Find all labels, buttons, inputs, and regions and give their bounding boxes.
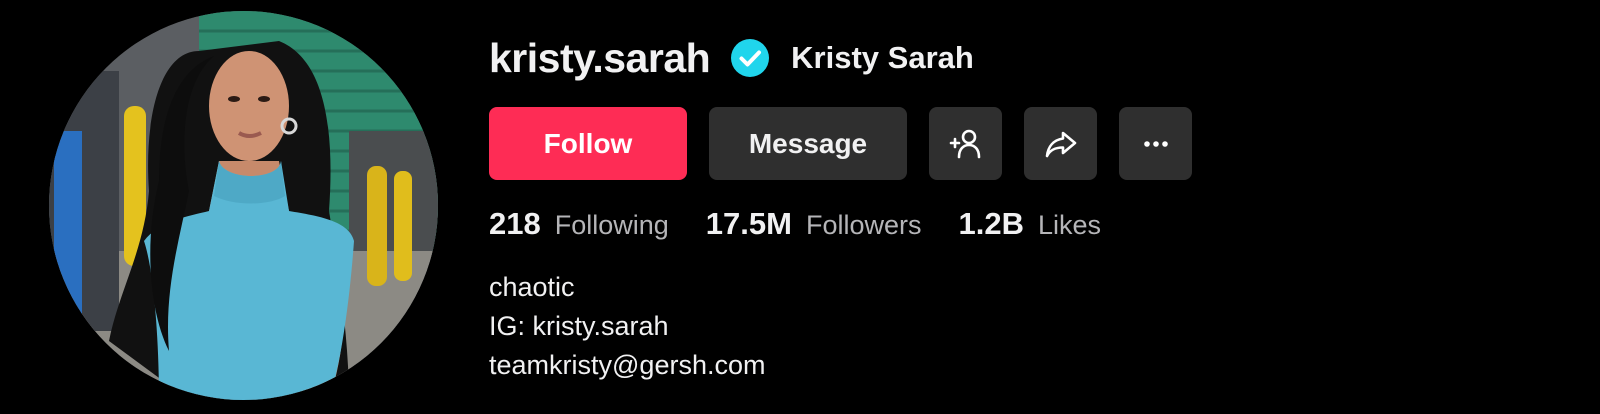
stat-label: Following [554, 210, 669, 240]
stat-value: 17.5M [705, 206, 792, 241]
stat-value: 1.2B [958, 206, 1024, 241]
bio-line: teamkristy@gersh.com [489, 350, 766, 380]
stat-following[interactable]: 218 Following [489, 206, 669, 242]
profile-header: kristy.sarah Kristy Sarah [489, 30, 974, 86]
stat-label: Likes [1037, 210, 1102, 240]
stat-likes: 1.2B Likes [959, 206, 1102, 242]
display-name: Kristy Sarah [791, 40, 974, 75]
bio-line: chaotic [489, 272, 575, 302]
add-friend-icon [949, 129, 980, 158]
more-options-button[interactable] [1119, 107, 1192, 180]
stat-label: Followers [805, 210, 922, 240]
share-button[interactable] [1024, 107, 1097, 180]
bio-line: IG: kristy.sarah [489, 311, 669, 341]
profile-stats: 218 Following 17.5M Followers 1.2B Likes [489, 200, 1138, 248]
share-icon [1045, 131, 1076, 157]
profile-bio: chaotic IG: kristy.sarah teamkristy@gers… [489, 268, 765, 385]
stat-followers[interactable]: 17.5M Followers [706, 206, 922, 242]
more-icon [1143, 140, 1168, 147]
stat-value: 218 [489, 206, 541, 241]
message-button[interactable]: Message [709, 107, 907, 180]
follow-button[interactable]: Follow [489, 107, 687, 180]
profile-avatar[interactable] [49, 11, 438, 400]
profile-actions: Follow Message [489, 107, 1192, 180]
username: kristy.sarah [489, 34, 711, 81]
avatar-image [49, 11, 438, 400]
add-friend-button[interactable] [929, 107, 1002, 180]
verified-badge-icon [731, 39, 770, 77]
